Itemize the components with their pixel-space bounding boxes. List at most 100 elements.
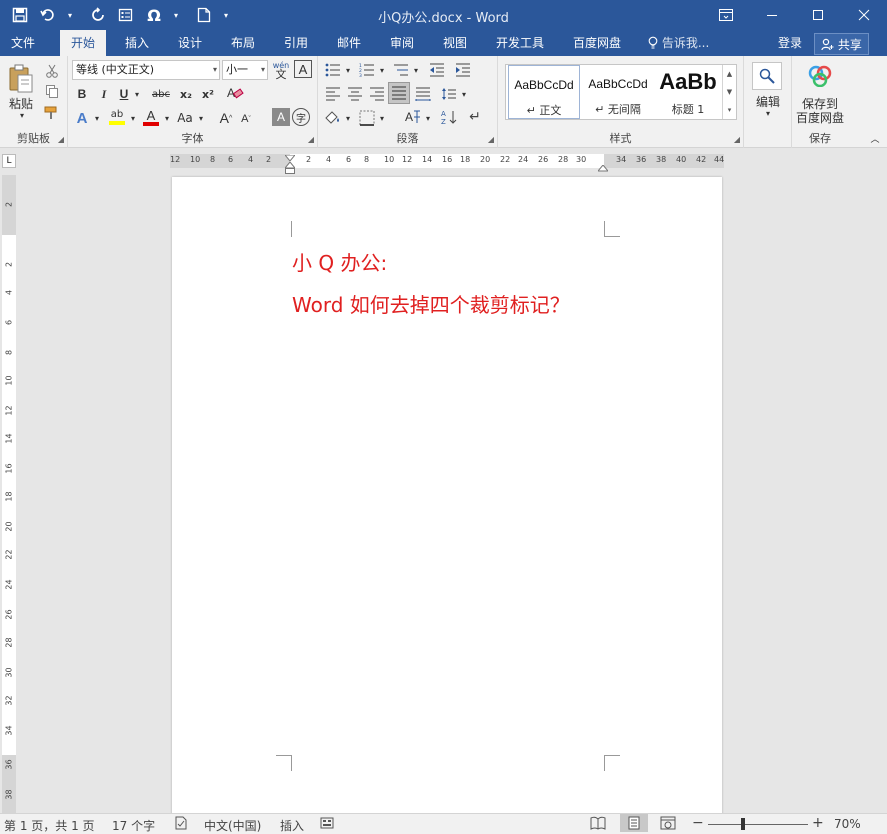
- paste-icon[interactable]: [6, 62, 36, 96]
- clear-format-icon[interactable]: A: [224, 82, 246, 104]
- justify-icon[interactable]: [388, 82, 410, 104]
- tab-insert[interactable]: 插入: [114, 30, 160, 56]
- share-button[interactable]: 共享: [814, 33, 869, 55]
- word-count[interactable]: 17 个字: [112, 817, 155, 834]
- ribbon-display-icon[interactable]: [703, 0, 749, 30]
- zoom-slider-thumb[interactable]: [741, 818, 745, 830]
- copy-icon[interactable]: [42, 82, 62, 100]
- decrease-indent-icon[interactable]: [426, 60, 448, 80]
- macro-record-icon[interactable]: [320, 816, 334, 833]
- paragraph-launcher-icon[interactable]: ◢: [488, 135, 494, 144]
- multilevel-dropdown-icon[interactable]: ▾: [412, 60, 420, 80]
- font-color-dropdown-icon[interactable]: ▾: [162, 108, 172, 128]
- tab-layout[interactable]: 布局: [220, 30, 266, 56]
- hanging-indent-marker[interactable]: [283, 161, 297, 174]
- tab-view[interactable]: 视图: [432, 30, 478, 56]
- editing-dropdown-icon[interactable]: ▾: [758, 108, 778, 118]
- styles-scroll[interactable]: ▲ ▼ ▾: [722, 65, 736, 119]
- chevron-up-icon[interactable]: ▲: [727, 70, 732, 78]
- zoom-slider-track[interactable]: [708, 824, 808, 825]
- increase-indent-icon[interactable]: [452, 60, 474, 80]
- line-spacing-dropdown-icon[interactable]: ▾: [460, 84, 468, 104]
- line-spacing-icon[interactable]: [438, 84, 460, 104]
- style-normal[interactable]: AaBbCcDd ↵ 正文: [508, 65, 580, 119]
- page-count[interactable]: 第 1 页，共 1 页: [4, 817, 95, 834]
- tab-review[interactable]: 审阅: [379, 30, 425, 56]
- tab-home[interactable]: 开始: [60, 30, 107, 56]
- save-to-label-2[interactable]: 百度网盘: [792, 110, 848, 125]
- tab-baidu-netdisk[interactable]: 百度网盘: [562, 30, 632, 56]
- tab-file[interactable]: 文件: [0, 30, 46, 56]
- right-indent-marker[interactable]: [596, 162, 610, 172]
- sort-icon[interactable]: AZ: [438, 106, 460, 128]
- font-size-combo[interactable]: 小一 ▾: [222, 60, 268, 80]
- character-shading-button[interactable]: A: [272, 108, 290, 126]
- show-marks-icon[interactable]: ↵: [464, 106, 486, 128]
- tab-selector[interactable]: L: [2, 154, 16, 168]
- highlight-dropdown-icon[interactable]: ▾: [128, 108, 138, 128]
- baidu-netdisk-icon[interactable]: [804, 62, 836, 90]
- borders-icon[interactable]: [356, 108, 378, 128]
- more-styles-icon[interactable]: ▾: [728, 106, 732, 114]
- login-link[interactable]: 登录: [778, 30, 802, 56]
- align-right-icon[interactable]: [366, 84, 388, 104]
- align-left-icon[interactable]: [322, 84, 344, 104]
- first-line-indent-marker[interactable]: [283, 152, 297, 162]
- multilevel-list-icon[interactable]: [390, 60, 412, 80]
- superscript-button[interactable]: x²: [198, 84, 218, 104]
- bullets-icon[interactable]: [322, 60, 344, 80]
- doc-text-line-1[interactable]: 小 Q 办公:: [292, 247, 387, 276]
- read-mode-icon[interactable]: [590, 816, 606, 833]
- language-status[interactable]: 中文(中国): [204, 817, 261, 834]
- editing-label[interactable]: 编辑: [744, 94, 792, 109]
- doc-text-line-2[interactable]: Word 如何去掉四个裁剪标记？: [292, 289, 570, 318]
- styles-launcher-icon[interactable]: ◢: [734, 135, 740, 144]
- style-no-spacing[interactable]: AaBbCcDd ↵ 无间隔: [582, 65, 654, 119]
- bullets-dropdown-icon[interactable]: ▾: [344, 60, 352, 80]
- insert-mode-status[interactable]: 插入: [280, 817, 304, 834]
- paste-dropdown-icon[interactable]: ▾: [12, 110, 32, 120]
- proofing-icon[interactable]: [174, 816, 188, 833]
- character-border-button[interactable]: A: [294, 60, 312, 78]
- style-heading-1[interactable]: AaBb 标题 1: [656, 65, 720, 119]
- cut-icon[interactable]: [42, 62, 62, 80]
- zoom-level[interactable]: 70%: [834, 817, 861, 831]
- highlight-button[interactable]: ab: [106, 106, 128, 128]
- minimize-icon[interactable]: [749, 0, 795, 30]
- tab-design[interactable]: 设计: [167, 30, 213, 56]
- collapse-ribbon-icon[interactable]: ︿: [868, 132, 882, 145]
- close-icon[interactable]: [841, 0, 887, 30]
- asian-layout-dropdown-icon[interactable]: ▾: [424, 108, 432, 128]
- maximize-icon[interactable]: [795, 0, 841, 30]
- distributed-icon[interactable]: [412, 84, 434, 104]
- numbering-dropdown-icon[interactable]: ▾: [378, 60, 386, 80]
- change-case-dropdown-icon[interactable]: ▾: [196, 108, 206, 128]
- text-effects-dropdown-icon[interactable]: ▾: [92, 108, 102, 128]
- print-layout-icon[interactable]: [620, 814, 648, 832]
- underline-button[interactable]: U: [116, 84, 132, 104]
- font-name-combo[interactable]: 等线 (中文正文) ▾: [72, 60, 220, 80]
- underline-dropdown-icon[interactable]: ▾: [132, 84, 142, 104]
- tell-me-box[interactable]: 告诉我...: [648, 30, 709, 56]
- asian-layout-icon[interactable]: A: [402, 106, 424, 128]
- zoom-out-icon[interactable]: −: [692, 815, 704, 831]
- format-painter-icon[interactable]: [42, 104, 62, 122]
- bold-button[interactable]: B: [72, 84, 92, 104]
- web-layout-icon[interactable]: [660, 816, 676, 833]
- zoom-in-icon[interactable]: +: [812, 815, 824, 831]
- enclose-characters-button[interactable]: 字: [292, 108, 310, 126]
- font-color-button[interactable]: A: [140, 106, 162, 128]
- font-launcher-icon[interactable]: ◢: [308, 135, 314, 144]
- shading-dropdown-icon[interactable]: ▾: [344, 108, 352, 128]
- clipboard-launcher-icon[interactable]: ◢: [58, 135, 64, 144]
- shrink-font-button[interactable]: Aˇ: [238, 110, 254, 128]
- tab-mailings[interactable]: 邮件: [326, 30, 372, 56]
- tab-developer[interactable]: 开发工具: [485, 30, 555, 56]
- grow-font-button[interactable]: A ^: [218, 108, 234, 128]
- italic-button[interactable]: I: [94, 84, 114, 104]
- align-center-icon[interactable]: [344, 84, 366, 104]
- chevron-down-icon[interactable]: ▼: [727, 88, 732, 96]
- strikethrough-button[interactable]: abc: [148, 84, 174, 104]
- horizontal-ruler[interactable]: 12 10 8 6 4 2 2 4 6 8 10 12 14 16 18 20 22 24 26 28 30 34 36 38…: [170, 152, 724, 174]
- borders-dropdown-icon[interactable]: ▾: [378, 108, 386, 128]
